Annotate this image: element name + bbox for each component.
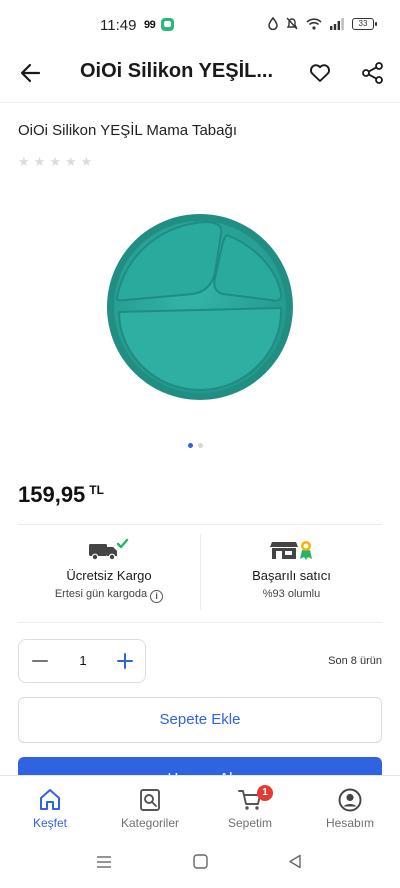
app-header: OiOi Silikon YEŞİL... [0, 50, 400, 94]
nav-label: Kategoriler [120, 816, 180, 830]
arrow-left-icon [20, 63, 41, 83]
nav-label: Hesabım [325, 816, 375, 830]
header-divider [0, 102, 400, 103]
wifi-icon [306, 17, 322, 30]
star-icon: ★ [18, 154, 30, 169]
price-currency: TL [89, 483, 104, 497]
star-icon: ★ [33, 154, 46, 169]
features-row: Ücretsiz Kargo Ertesi gün kargoda i Başar… [18, 534, 382, 610]
stock-text: Son 8 ürün [328, 655, 382, 667]
feature-successful-seller: Başarılı satıcı %93 olumlu [200, 534, 382, 610]
add-to-cart-button[interactable]: Sepete Ekle [18, 697, 382, 743]
star-icon: ★ [80, 154, 93, 169]
nav-label: Keşfet [32, 816, 68, 830]
back-triangle-icon[interactable] [288, 854, 302, 869]
status-bar: 11:49 99 33 [0, 0, 400, 50]
status-time: 11:49 [100, 17, 137, 34]
increase-quantity-button[interactable] [114, 650, 136, 672]
nav-item-kategoriler[interactable]: Kategoriler [100, 776, 200, 841]
nav-item-sepetim[interactable]: 1 Sepetim [200, 776, 300, 841]
image-pager[interactable] [188, 443, 203, 448]
divider [18, 524, 382, 525]
feature-title: Başarılı satıcı [252, 568, 331, 583]
feature-subtitle: Ertesi gün kargoda i [18, 588, 200, 603]
product-name: OiOi Silikon YEŞİL Mama Tabağı [18, 122, 237, 139]
price: 159,95 TL [18, 482, 104, 508]
back-button[interactable] [18, 60, 44, 86]
decrease-quantity-button[interactable] [29, 650, 51, 672]
signal-icon [330, 17, 344, 30]
menu-icon[interactable] [96, 854, 112, 870]
category-search-icon [140, 789, 160, 811]
info-icon[interactable]: i [150, 590, 164, 603]
product-image[interactable] [105, 212, 295, 402]
store-award-icon [269, 541, 312, 560]
battery-icon: 33 [352, 17, 377, 30]
quantity-stepper: 1 [18, 639, 146, 683]
message-app-icon [161, 18, 175, 31]
divider [18, 622, 382, 623]
nav-label: Sepetim [227, 816, 273, 830]
feature-subtitle: %93 olumlu [262, 588, 321, 600]
status-app-icons: 99 [144, 18, 175, 31]
home-square-icon[interactable] [193, 854, 208, 869]
share-icon [362, 62, 383, 84]
home-icon [40, 789, 60, 810]
system-navigation-bar [0, 840, 400, 888]
rating-stars[interactable]: ★ ★ ★ ★ ★ [18, 155, 92, 169]
nav-item-kesfet[interactable]: Keşfet [0, 776, 100, 841]
bottom-navigation: Keşfet Kategoriler 1 Sepetim Hesabım [0, 775, 400, 840]
share-button[interactable] [360, 60, 386, 86]
star-icon: ★ [49, 154, 61, 169]
pager-dot[interactable] [198, 443, 203, 448]
page-title: OiOi Silikon YEŞİL... [80, 60, 274, 82]
status-indicators: 33 [268, 17, 377, 30]
mute-bell-icon [286, 17, 298, 30]
pager-dot-active[interactable] [188, 443, 193, 448]
star-icon: ★ [64, 154, 77, 169]
quantity-value[interactable]: 1 [73, 653, 93, 668]
account-icon [338, 788, 362, 812]
cart-count-badge: 1 [257, 785, 273, 801]
price-amount: 159,95 [18, 482, 86, 507]
data-drop-icon [268, 17, 278, 30]
nav-item-hesabim[interactable]: Hesabım [300, 776, 400, 841]
feature-free-shipping: Ücretsiz Kargo Ertesi gün kargoda i [18, 534, 200, 610]
feature-subtitle-text: Ertesi gün kargoda [54, 588, 148, 600]
delivery-truck-icon [89, 538, 129, 561]
feature-title: Ücretsiz Kargo [66, 568, 152, 583]
favorite-button[interactable] [307, 60, 333, 86]
heart-icon [310, 64, 330, 82]
app-99-icon: 99 [144, 18, 156, 31]
